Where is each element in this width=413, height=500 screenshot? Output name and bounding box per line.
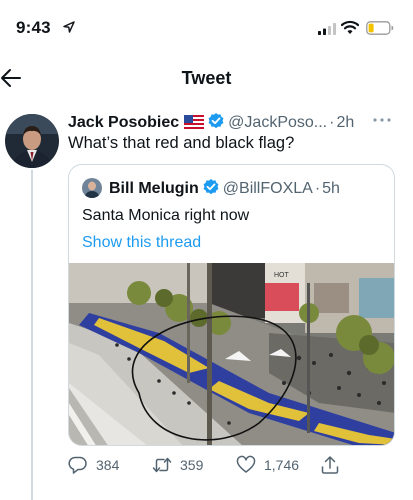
avatar-image xyxy=(5,114,59,168)
show-thread-link[interactable]: Show this thread xyxy=(82,234,201,252)
thread-line xyxy=(31,170,33,500)
like-button[interactable]: 1,746 xyxy=(236,454,299,476)
quoted-media-photo[interactable]: HOT xyxy=(69,263,395,446)
reply-button[interactable]: 384 xyxy=(68,454,119,476)
quoted-header: Bill Melugin @BillFOXLA · 5h xyxy=(109,178,340,198)
status-bar: 9:43 xyxy=(0,0,413,52)
quoted-time: 5h xyxy=(322,180,340,197)
location-arrow-icon xyxy=(63,21,75,33)
retweet-button[interactable]: 359 xyxy=(152,454,203,476)
status-time: 9:43 xyxy=(16,18,51,37)
separator-dot: · xyxy=(314,180,321,197)
tweet-header: Jack Posobiec @JackPoso... · 2h xyxy=(68,112,408,134)
retweet-count: 359 xyxy=(180,457,204,473)
verified-badge-icon xyxy=(203,179,219,195)
quoted-avatar-image xyxy=(82,178,102,198)
avatar[interactable] xyxy=(5,114,59,168)
quoted-text: Santa Monica right now xyxy=(82,207,250,224)
more-options-icon[interactable] xyxy=(372,113,392,127)
quoted-avatar xyxy=(82,178,102,198)
quoted-tweet-card[interactable]: Bill Melugin @BillFOXLA · 5h Santa Monica … xyxy=(68,164,395,446)
reply-count: 384 xyxy=(96,457,120,473)
action-bar: 384 359 1,746 xyxy=(68,454,408,478)
wifi-icon xyxy=(341,20,359,34)
separator-dot: · xyxy=(329,114,335,131)
page-title: Tweet xyxy=(181,68,232,88)
quoted-author-handle: @BillFOXLA xyxy=(222,180,313,197)
tweet-time: 2h xyxy=(336,114,355,131)
author-handle[interactable]: @JackPoso... xyxy=(228,114,327,131)
battery-icon xyxy=(366,21,394,35)
store-sign-text: HOT xyxy=(274,272,290,279)
reply-icon xyxy=(68,456,87,474)
verified-badge-icon xyxy=(208,113,224,129)
us-flag-icon xyxy=(184,115,205,129)
tweet-text: What’s that red and black flag? xyxy=(68,134,295,152)
share-button[interactable] xyxy=(320,454,340,476)
quoted-author-name: Bill Melugin xyxy=(109,180,199,197)
cellular-signal-icon xyxy=(318,23,336,35)
header: Tweet xyxy=(0,56,413,100)
like-count: 1,746 xyxy=(264,457,300,473)
author-name[interactable]: Jack Posobiec xyxy=(68,114,179,131)
share-icon xyxy=(321,456,339,474)
retweet-icon xyxy=(152,457,172,473)
heart-icon xyxy=(236,455,256,473)
